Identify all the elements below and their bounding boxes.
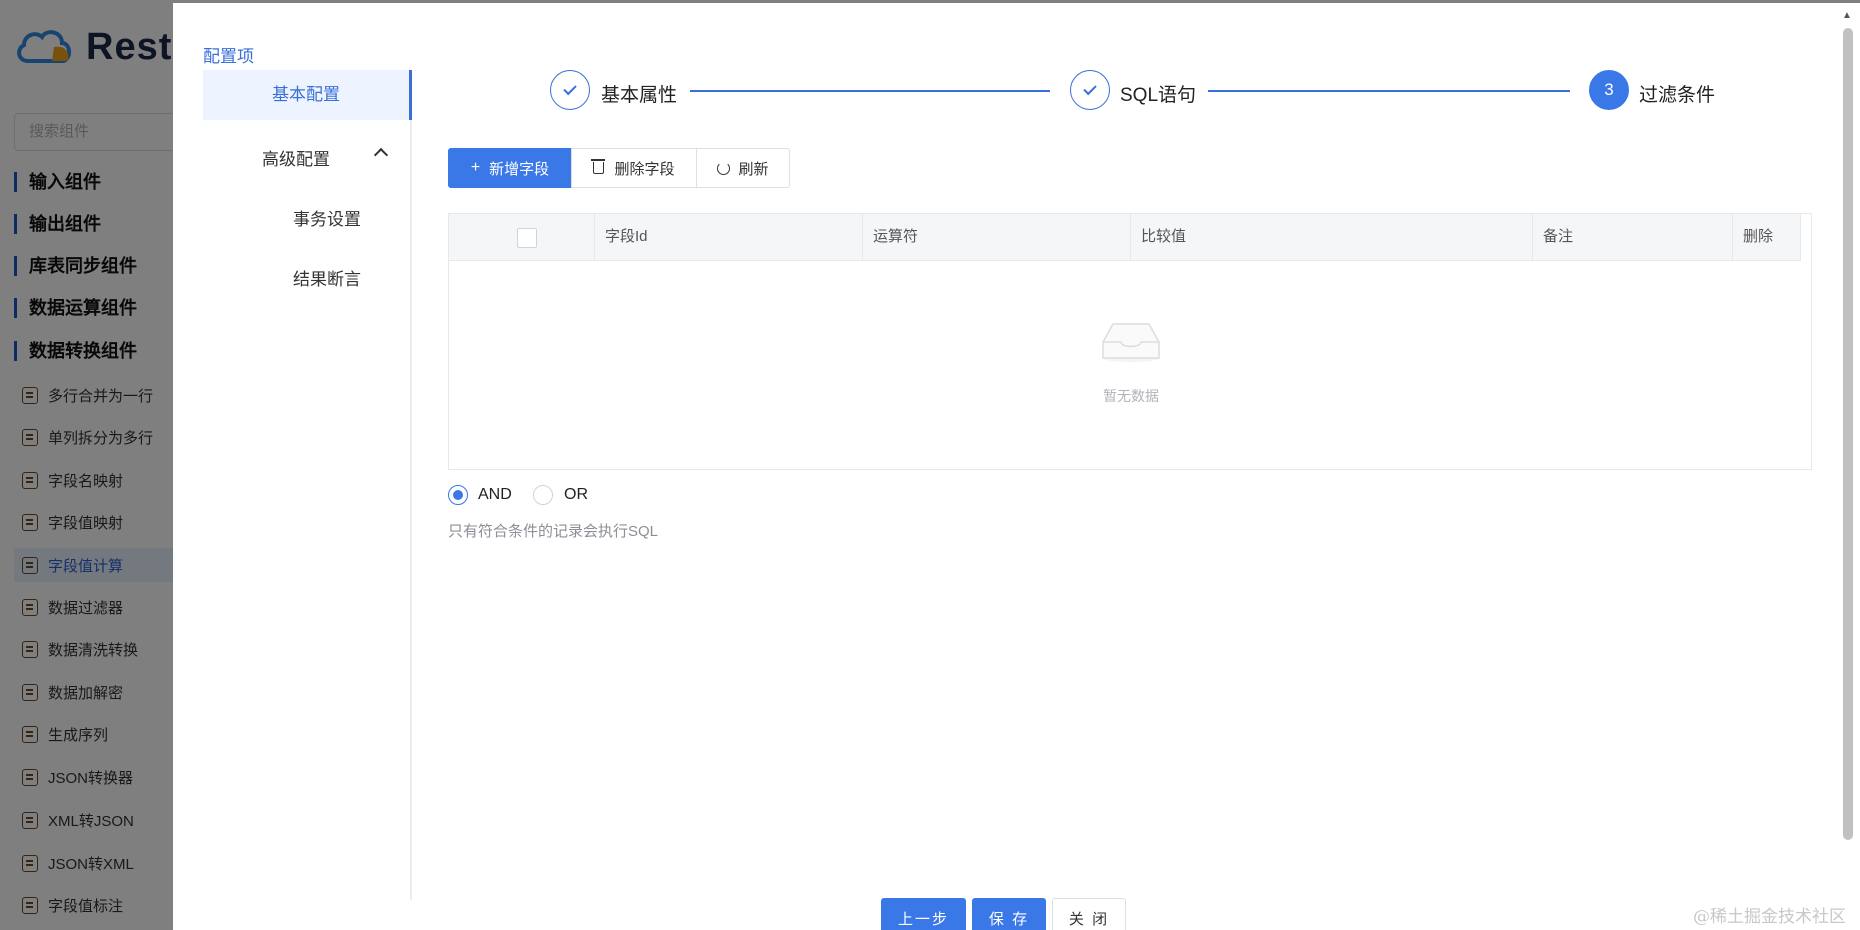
- nav-result-assertion[interactable]: 结果断言: [293, 265, 361, 290]
- refresh-button[interactable]: 刷新: [696, 148, 790, 188]
- filter-hint: 只有符合条件的记录会执行SQL: [448, 523, 659, 540]
- add-field-button[interactable]: + 新增字段: [448, 148, 572, 188]
- trash-icon: [591, 159, 606, 174]
- column-compare-value: 比较值: [1131, 214, 1533, 261]
- delete-field-button[interactable]: 删除字段: [571, 148, 697, 188]
- config-title: 配置项: [203, 47, 254, 66]
- previous-step-button[interactable]: 上一步: [881, 898, 966, 930]
- column-operator: 运算符: [863, 214, 1131, 261]
- nav-basic-config[interactable]: 基本配置: [203, 70, 412, 120]
- column-delete: 删除: [1733, 214, 1801, 261]
- step-2-check-icon[interactable]: [1070, 70, 1110, 110]
- step-3-label[interactable]: 过滤条件: [1639, 80, 1715, 107]
- refresh-icon: [717, 161, 731, 175]
- save-button[interactable]: 保 存: [972, 898, 1046, 930]
- column-field-id: 字段Id: [595, 214, 863, 261]
- close-button[interactable]: 关 闭: [1052, 898, 1126, 930]
- step-1-label[interactable]: 基本属性: [601, 80, 677, 107]
- nav-transaction-settings[interactable]: 事务设置: [293, 205, 361, 230]
- and-radio[interactable]: [448, 485, 468, 505]
- select-all-column: [449, 214, 595, 261]
- step-1-check-icon[interactable]: [550, 70, 590, 110]
- nav-advanced-config[interactable]: 高级配置: [262, 145, 330, 170]
- table-header: 字段Id 运算符 比较值 备注 删除: [449, 214, 1801, 261]
- plus-icon: +: [470, 159, 481, 176]
- step-3-number[interactable]: 3: [1589, 70, 1629, 110]
- scroll-up-arrow-icon[interactable]: ▲: [1842, 10, 1852, 21]
- step-connector: [690, 90, 1050, 92]
- select-all-checkbox[interactable]: [517, 228, 537, 248]
- or-radio-label[interactable]: OR: [564, 486, 588, 504]
- watermark: @稀土掘金技术社区: [1693, 907, 1846, 927]
- step-2-label[interactable]: SQL语句: [1120, 80, 1196, 107]
- step-connector: [1208, 90, 1570, 92]
- empty-inbox-icon: [1102, 323, 1160, 362]
- and-radio-label[interactable]: AND: [478, 486, 512, 504]
- filter-table: 字段Id 运算符 比较值 备注 删除 暂无数据: [448, 213, 1812, 470]
- empty-text: 暂无数据: [1103, 388, 1159, 404]
- config-nav-divider: [410, 70, 412, 900]
- or-radio[interactable]: [533, 485, 553, 505]
- drawer-scrollbar[interactable]: [1843, 28, 1853, 840]
- column-remark: 备注: [1533, 214, 1733, 261]
